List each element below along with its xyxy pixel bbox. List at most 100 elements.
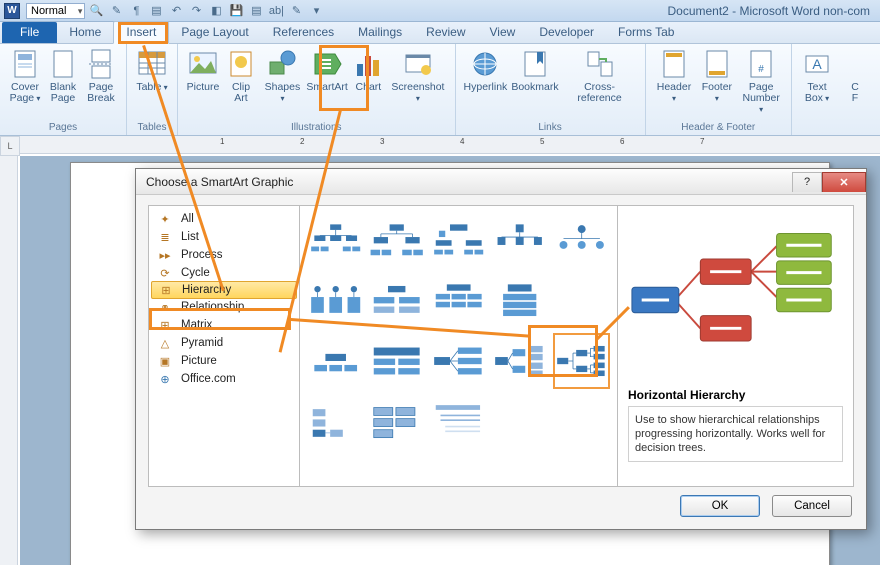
gallery-item[interactable] (369, 274, 424, 328)
tab-forms[interactable]: Forms Tab (606, 22, 686, 43)
cat-matrix[interactable]: ⊞Matrix (149, 316, 299, 334)
header-button[interactable]: Header (652, 46, 697, 121)
smartart-button[interactable]: SmartArt (305, 46, 349, 121)
gallery-item[interactable] (554, 394, 609, 448)
truncated-icon (839, 48, 871, 80)
page-number-icon: # (745, 48, 777, 80)
qat-btn[interactable]: ▤ (247, 3, 265, 19)
qat-btn[interactable]: ↶ (167, 3, 185, 19)
gallery-item[interactable] (492, 334, 547, 388)
qat-customize[interactable]: ▾ (307, 3, 325, 19)
gallery-item[interactable] (431, 274, 486, 328)
tab-home[interactable]: Home (57, 22, 113, 43)
gallery-item[interactable] (308, 334, 363, 388)
qat-btn[interactable]: 💾 (227, 3, 245, 19)
tab-insert[interactable]: Insert (113, 21, 169, 44)
qat-btn[interactable]: 🔍 (87, 3, 105, 19)
gallery-item[interactable] (554, 274, 609, 328)
gallery-item[interactable] (369, 214, 424, 268)
qat-btn[interactable]: ▤ (147, 3, 165, 19)
cat-all[interactable]: ✦All (149, 210, 299, 228)
group-pages: CoverPage BlankPage PageBreak Pages (0, 44, 127, 135)
cat-process[interactable]: ▸▸Process (149, 246, 299, 264)
cat-pyramid[interactable]: △Pyramid (149, 334, 299, 352)
quick-access-toolbar: W Normal 🔍 ✎ ¶ ▤ ↶ ↷ ◧ 💾 ▤ ab| ✎ ▾ Docum… (0, 0, 880, 22)
cross-reference-button[interactable]: Cross-reference (561, 46, 639, 121)
blank-page-button[interactable]: BlankPage (44, 46, 82, 121)
table-button[interactable]: Table (133, 46, 171, 121)
qat-btn[interactable]: ✎ (287, 3, 305, 19)
table-icon (136, 48, 168, 80)
list-icon: ≣ (157, 231, 173, 243)
cat-relationship[interactable]: ⚭Relationship (149, 298, 299, 316)
gallery-item[interactable] (308, 394, 363, 448)
gallery-item[interactable] (308, 274, 363, 328)
gallery-item[interactable] (431, 394, 486, 448)
tab-mailings[interactable]: Mailings (346, 22, 414, 43)
style-selector[interactable]: Normal (26, 3, 85, 19)
cat-list[interactable]: ≣List (149, 228, 299, 246)
cross-reference-icon (584, 48, 616, 80)
gallery-item[interactable] (369, 394, 424, 448)
qat-btn[interactable]: ✎ (107, 3, 125, 19)
gallery-item[interactable] (369, 334, 424, 388)
vertical-ruler[interactable] (0, 156, 18, 565)
gallery-item[interactable] (431, 214, 486, 268)
picture-icon (187, 48, 219, 80)
screenshot-button[interactable]: Screenshot (387, 46, 448, 121)
chart-button[interactable]: Chart (349, 46, 387, 121)
gallery-item[interactable] (431, 334, 486, 388)
blank-page-icon (47, 48, 79, 80)
gallery-item-horizontal-hierarchy[interactable] (554, 334, 609, 388)
svg-text:#: # (758, 64, 764, 75)
page-break-button[interactable]: PageBreak (82, 46, 120, 121)
footer-button[interactable]: Footer (696, 46, 737, 121)
truncated-button[interactable]: CF (836, 46, 874, 132)
dialog-buttons: OK Cancel (136, 495, 866, 529)
qat-btn[interactable]: ¶ (127, 3, 145, 19)
qat-btn[interactable]: ab| (267, 3, 285, 19)
gallery-item[interactable] (308, 214, 363, 268)
ruler-corner[interactable]: L (0, 136, 20, 156)
gallery-item[interactable] (492, 214, 547, 268)
qat-btn[interactable]: ◧ (207, 3, 225, 19)
cat-cycle[interactable]: ⟳Cycle (149, 264, 299, 282)
cover-page-button[interactable]: CoverPage (6, 46, 44, 121)
gallery-item[interactable] (492, 394, 547, 448)
clipart-button[interactable]: ClipArt (222, 46, 260, 121)
help-button[interactable]: ? (792, 172, 822, 192)
tab-references[interactable]: References (261, 22, 346, 43)
shapes-button[interactable]: Shapes (260, 46, 305, 121)
tab-file[interactable]: File (2, 22, 57, 43)
cat-hierarchy[interactable]: ⊞Hierarchy (151, 281, 297, 299)
svg-text:A: A (812, 56, 822, 72)
page-break-icon (85, 48, 117, 80)
dialog-titlebar[interactable]: Choose a SmartArt Graphic ? ✕ (136, 169, 866, 195)
ok-button[interactable]: OK (680, 495, 760, 517)
picture-button[interactable]: Picture (184, 46, 222, 121)
picture-cat-icon: ▣ (157, 355, 173, 367)
cover-page-icon (9, 48, 41, 80)
cat-office[interactable]: ⊕Office.com (149, 370, 299, 388)
tab-page-layout[interactable]: Page Layout (169, 22, 260, 43)
cancel-button[interactable]: Cancel (772, 495, 852, 517)
footer-icon (701, 48, 733, 80)
bookmark-button[interactable]: Bookmark (509, 46, 560, 121)
gallery-item[interactable] (492, 274, 547, 328)
page-number-button[interactable]: #PageNumber (737, 46, 785, 121)
layout-gallery (300, 205, 618, 487)
hyperlink-button[interactable]: Hyperlink (462, 46, 510, 121)
qat-btn[interactable]: ↷ (187, 3, 205, 19)
close-button[interactable]: ✕ (822, 172, 866, 192)
text-box-button[interactable]: ATextBox (798, 46, 836, 132)
shapes-icon (266, 48, 298, 80)
tab-view[interactable]: View (478, 22, 528, 43)
tab-developer[interactable]: Developer (527, 22, 606, 43)
horizontal-ruler[interactable]: 1 2 3 4 5 6 7 (20, 136, 880, 154)
cycle-icon: ⟳ (157, 267, 173, 279)
cat-picture[interactable]: ▣Picture (149, 352, 299, 370)
tab-review[interactable]: Review (414, 22, 477, 43)
gallery-item[interactable] (554, 214, 609, 268)
screenshot-icon (402, 48, 434, 80)
pyramid-icon: △ (157, 337, 173, 349)
